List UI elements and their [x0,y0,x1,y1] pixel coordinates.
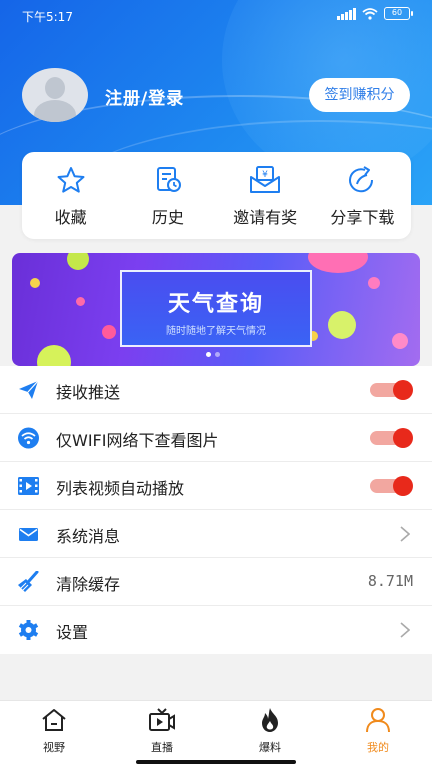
quick-action-label: 历史 [151,208,184,227]
fire-icon [262,708,278,732]
nav-label: 直播 [151,741,173,754]
broom-icon [18,571,39,592]
banner-decoration [76,297,85,306]
nav-tab-mine[interactable]: 我的 [324,701,432,768]
svg-text:¥: ¥ [262,170,268,180]
quick-action-invite[interactable]: ¥ 邀请有奖 [217,152,314,239]
star-icon [57,167,85,193]
nav-label: 爆料 [259,741,281,754]
push-toggle[interactable] [370,380,413,400]
video-icon [18,477,39,495]
status-icons: 60 [337,7,413,20]
status-time: 下午5:17 [22,10,73,24]
banner-pager [206,352,220,357]
quick-action-share[interactable]: 分享下载 [314,152,411,239]
setting-label: 接收推送 [56,383,121,402]
battery-icon: 60 [384,7,413,20]
invite-icon: ¥ [250,166,281,193]
setting-label: 设置 [56,623,89,642]
nav-label: 视野 [43,741,65,754]
checkin-button[interactable]: 签到赚积分 [309,78,410,112]
chevron-right-icon [400,526,410,542]
banner-decoration [67,253,89,270]
pager-dot[interactable] [215,352,220,357]
settings-list: 接收推送 仅WIFI网络下查看图片 列表视频自动播放 系统消息 清除缓存 8.7… [0,366,432,654]
send-icon [19,380,39,399]
history-icon [156,167,181,192]
user-icon [366,708,390,733]
home-indicator[interactable] [136,760,296,764]
setting-label: 列表视频自动播放 [56,479,185,498]
wifi-icon [18,427,39,449]
banner-decoration [368,277,380,289]
banner-decoration [37,345,71,366]
banner-title: 天气查询 [167,292,264,317]
banner-subtitle: 随时随地了解天气情况 [166,326,266,337]
banner-decoration [328,311,356,339]
status-bar: 下午5:17 60 [0,0,432,30]
quick-action-label: 邀请有奖 [233,208,298,227]
nav-tab-home[interactable]: 视野 [0,701,108,768]
setting-row-settings[interactable]: 设置 [0,606,432,654]
setting-row-wifi-images: 仅WIFI网络下查看图片 [0,414,432,462]
setting-label: 系统消息 [56,527,121,546]
quick-action-label: 收藏 [54,208,87,227]
quick-action-history[interactable]: 历史 [119,152,216,239]
banner-decoration [308,253,368,273]
wifi-status-icon [362,7,378,20]
setting-row-push: 接收推送 [0,366,432,414]
quick-action-label: 分享下载 [330,208,395,227]
autoplay-toggle[interactable] [370,476,413,496]
nav-tab-live[interactable]: 直播 [108,701,216,768]
banner-decoration [392,333,408,349]
share-icon [349,166,374,193]
setting-row-cache[interactable]: 清除缓存 8.71M [0,558,432,606]
wifi-images-toggle[interactable] [370,428,413,448]
nav-label: 我的 [367,741,389,754]
chevron-right-icon [400,622,410,638]
cache-size: 8.71M [367,572,413,590]
login-link[interactable]: 注册/登录 [105,84,184,109]
setting-label: 清除缓存 [56,575,121,594]
home-icon [42,709,66,731]
quick-action-favorites[interactable]: 收藏 [22,152,119,239]
bottom-nav: 视野 直播 爆料 我的 [0,700,432,768]
banner-decoration [30,278,40,288]
banner-frame: 天气查询 随时随地了解天气情况 [120,270,312,347]
setting-row-autoplay: 列表视频自动播放 [0,462,432,510]
setting-label: 仅WIFI网络下查看图片 [56,431,219,450]
banner-decoration [102,325,116,339]
gear-icon [18,620,39,640]
signal-icon [337,7,356,20]
nav-tab-tips[interactable]: 爆料 [216,701,324,768]
weather-banner[interactable]: 天气查询 随时随地了解天气情况 [12,253,420,366]
setting-row-messages[interactable]: 系统消息 [0,510,432,558]
avatar[interactable] [22,68,88,122]
tv-icon [149,708,175,731]
quick-actions: 收藏 历史 ¥ 邀请有奖 分享下载 [22,152,411,239]
mail-icon [19,528,38,541]
pager-dot-active[interactable] [206,352,211,357]
